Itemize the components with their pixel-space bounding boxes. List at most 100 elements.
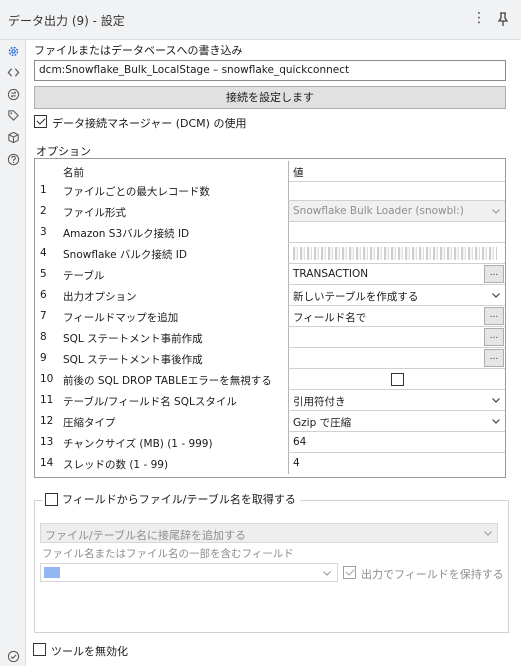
chevron-down-icon <box>491 395 501 405</box>
table-row[interactable]: 12 圧縮タイプ Gzip で圧縮 <box>35 411 505 432</box>
disable-tool-checkbox[interactable] <box>33 643 46 656</box>
chevron-down-icon <box>483 528 493 538</box>
tag-icon[interactable] <box>6 108 20 122</box>
keep-field-checkbox <box>343 566 356 579</box>
row-name: フィールドマップを追加 <box>63 312 179 324</box>
row-number: 11 <box>40 394 54 406</box>
filename-field-select <box>40 563 338 582</box>
pin-icon[interactable] <box>495 11 511 27</box>
table-row[interactable]: 6 出力オプション 新しいテーブルを作成する <box>35 285 505 306</box>
table-row[interactable]: 8 SQL ステートメント事前作成 ... <box>35 327 505 348</box>
chevron-down-icon <box>322 568 332 578</box>
table-row[interactable]: 4 Snowflake バルク接続 ID <box>35 243 505 264</box>
thread-count-input[interactable]: 4 <box>288 453 505 474</box>
filename-from-field-label: フィールドからファイル/テーブル名を取得する <box>62 493 296 506</box>
table-input[interactable]: TRANSACTION ... <box>288 264 505 285</box>
row-value: 新しいテーブルを作成する <box>293 291 419 303</box>
chevron-down-icon <box>491 206 501 216</box>
table-row[interactable]: 14 スレッドの数 (1 - 99) 4 <box>35 453 505 474</box>
row-number: 14 <box>40 457 54 469</box>
row-name: SQL ステートメント事後作成 <box>63 354 203 366</box>
table-browse-button[interactable]: ... <box>484 265 504 283</box>
connection-input[interactable]: dcm:Snowflake_Bulk_LocalStage – snowflak… <box>34 60 506 81</box>
help-icon[interactable] <box>6 152 20 166</box>
ignore-drop-error-cell <box>288 369 505 390</box>
table-row[interactable]: 9 SQL ステートメント事後作成 ... <box>35 348 505 369</box>
field-map-input[interactable]: フィールド名で ... <box>288 306 505 327</box>
row-name: チャンクサイズ (MB) (1 - 999) <box>63 438 213 450</box>
row-number: 7 <box>40 310 47 322</box>
pre-sql-input[interactable]: ... <box>288 327 505 348</box>
filename-mode-value: ファイル/テーブル名に接尾辞を追加する <box>45 529 247 542</box>
pre-sql-browse-button[interactable]: ... <box>484 328 504 346</box>
table-row[interactable]: 13 チャンクサイズ (MB) (1 - 999) 64 <box>35 432 505 453</box>
row-name: SQL ステートメント事前作成 <box>63 333 203 345</box>
row-name: 圧縮タイプ <box>63 417 116 429</box>
field-map-browse-button[interactable]: ... <box>484 307 504 325</box>
row-number: 5 <box>40 268 47 280</box>
row-name: スレッドの数 (1 - 99) <box>63 459 169 471</box>
max-records-input[interactable] <box>288 180 505 201</box>
row-value: 引用符付き <box>293 396 346 408</box>
chevron-down-icon <box>491 416 501 426</box>
options-label: オプション <box>36 145 91 158</box>
grid-header: 名前 値 <box>35 161 505 182</box>
write-target-label: ファイルまたはデータベースへの書き込み <box>34 44 243 57</box>
more-vertical-icon[interactable]: ⋮ <box>472 10 486 26</box>
row-name: ファイルごとの最大レコード数 <box>63 186 210 198</box>
header-name: 名前 <box>63 167 84 179</box>
s3-bulk-id-input[interactable] <box>288 222 505 243</box>
window-title: データ出力 (9) - 設定 <box>8 14 125 28</box>
table-row[interactable]: 1 ファイルごとの最大レコード数 <box>35 180 505 201</box>
swap-icon[interactable] <box>6 87 20 101</box>
row-name: テーブル/フィールド名 SQLスタイル <box>63 396 237 408</box>
cube-icon[interactable] <box>6 130 20 144</box>
row-number: 12 <box>40 415 54 427</box>
row-value: TRANSACTION <box>293 268 369 280</box>
gear-icon[interactable] <box>6 44 20 58</box>
chunk-size-input[interactable]: 64 <box>288 432 505 453</box>
row-number: 9 <box>40 352 47 364</box>
table-row[interactable]: 2 ファイル形式 Snowflake Bulk Loader (snowbl:) <box>35 201 505 222</box>
code-icon[interactable] <box>6 65 20 79</box>
row-name: テーブル <box>63 270 105 282</box>
sidebar <box>0 40 26 666</box>
set-connection-button[interactable]: 接続を設定します <box>34 86 506 109</box>
filename-from-field-title: フィールドからファイル/テーブル名を取得する <box>42 493 300 507</box>
output-option-select[interactable]: 新しいテーブルを作成する <box>288 285 505 306</box>
row-name: Snowflake バルク接続 ID <box>63 249 187 261</box>
row-number: 6 <box>40 289 47 301</box>
row-name: 出力オプション <box>63 291 137 303</box>
check-circle-icon[interactable] <box>6 649 20 663</box>
filename-field-label: ファイル名またはファイル名の一部を含むフィールド <box>42 548 294 560</box>
table-row[interactable]: 10 前後の SQL DROP TABLEエラーを無視する <box>35 369 505 390</box>
post-sql-browse-button[interactable]: ... <box>484 349 504 367</box>
row-name: 前後の SQL DROP TABLEエラーを無視する <box>63 375 272 387</box>
disable-tool-label: ツールを無効化 <box>51 645 128 658</box>
row-value: フィールド名で <box>293 312 367 324</box>
options-grid: 名前 値 1 ファイルごとの最大レコード数 2 ファイル形式 Snowflake… <box>34 158 506 478</box>
keep-field-label: 出力でフィールドを保持する <box>361 568 504 581</box>
dcm-checkbox-label: データ接続マネージャー (DCM) の使用 <box>52 117 247 130</box>
row-number: 3 <box>40 226 47 238</box>
row-name: ファイル形式 <box>63 207 126 219</box>
filename-from-field-checkbox[interactable] <box>45 493 58 506</box>
ignore-drop-error-checkbox[interactable] <box>391 373 404 386</box>
sql-style-select[interactable]: 引用符付き <box>288 390 505 411</box>
row-number: 2 <box>40 205 47 217</box>
table-row[interactable]: 3 Amazon S3バルク接続 ID <box>35 222 505 243</box>
row-number: 8 <box>40 331 47 343</box>
table-row[interactable]: 11 テーブル/フィールド名 SQLスタイル 引用符付き <box>35 390 505 411</box>
row-number: 1 <box>40 184 47 196</box>
table-row[interactable]: 7 フィールドマップを追加 フィールド名で ... <box>35 306 505 327</box>
post-sql-input[interactable]: ... <box>288 348 505 369</box>
snowflake-bulk-id-input[interactable] <box>288 243 505 264</box>
file-format-select: Snowflake Bulk Loader (snowbl:) <box>288 201 505 222</box>
redacted-value <box>293 247 497 260</box>
title-bar: データ出力 (9) - 設定 ⋮ <box>0 0 521 40</box>
dcm-checkbox[interactable] <box>34 115 47 128</box>
compression-select[interactable]: Gzip で圧縮 <box>288 411 505 432</box>
row-number: 4 <box>40 247 47 259</box>
row-value: Gzip で圧縮 <box>293 417 352 429</box>
table-row[interactable]: 5 テーブル TRANSACTION ... <box>35 264 505 285</box>
